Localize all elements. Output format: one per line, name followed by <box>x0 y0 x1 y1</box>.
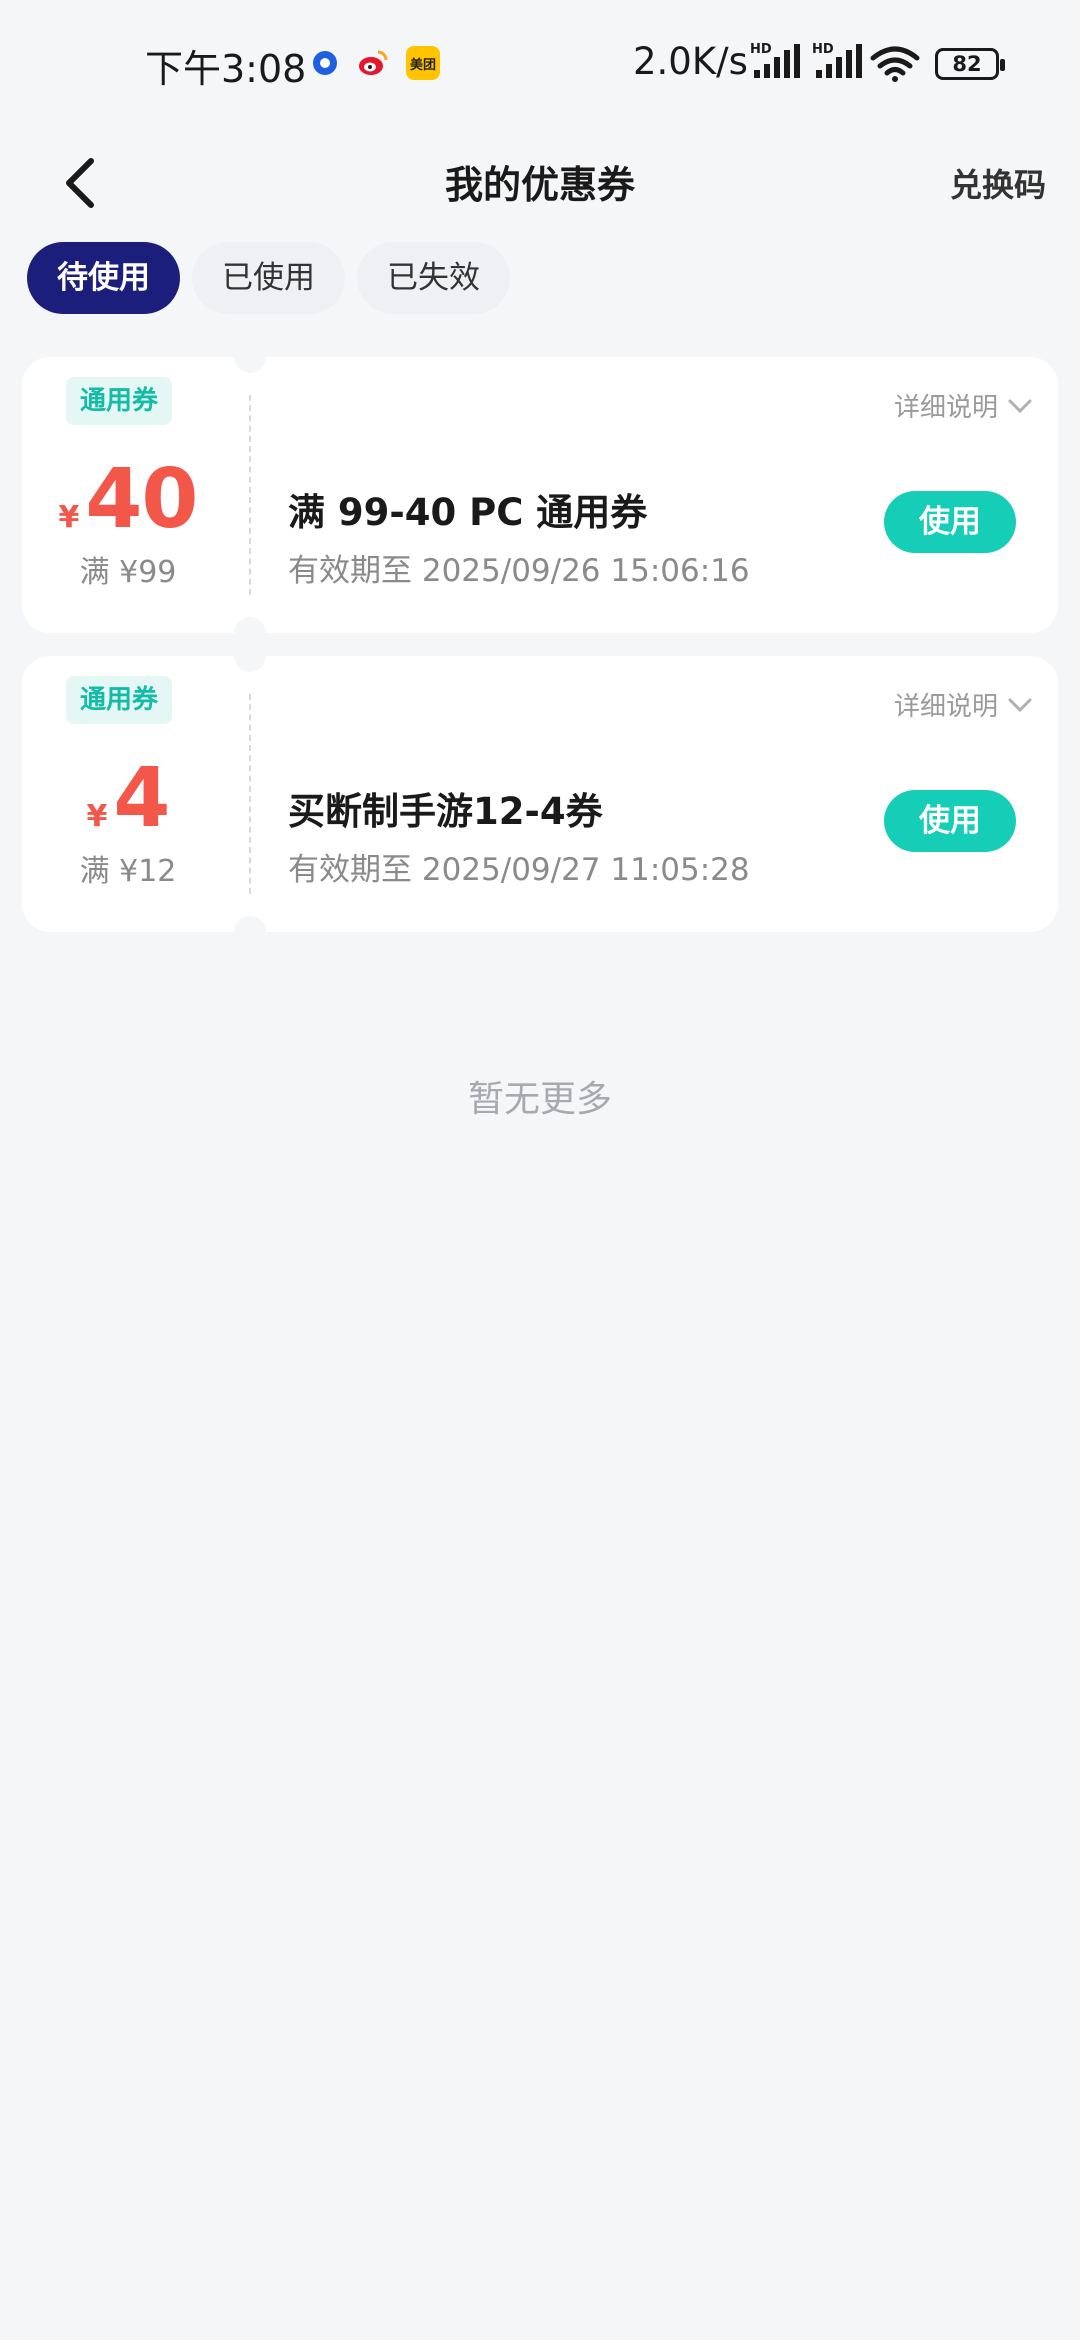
detail-toggle[interactable]: 详细说明 <box>894 387 1032 424</box>
coupon-card[interactable]: 通用券 ¥40 满 ¥99 详细说明 满 99-40 PC 通用券 有效期至 2… <box>22 341 1058 649</box>
meituan-icon: 美团 <box>406 46 440 80</box>
tab-used[interactable]: 已使用 <box>192 242 345 314</box>
status-tabs: 待使用 已使用 已失效 <box>27 242 510 314</box>
page-title: 我的优惠券 <box>444 163 635 207</box>
coupon-amount-value: 4 <box>113 751 170 846</box>
tab-pending[interactable]: 待使用 <box>27 242 180 314</box>
coupon-amount-value: 40 <box>85 452 198 547</box>
coupon-type-badge: 通用券 <box>66 676 173 724</box>
coupon-title: 买断制手游12-4券 <box>288 790 603 833</box>
card-notch <box>234 640 266 672</box>
card-divider <box>249 395 251 595</box>
coupon-card[interactable]: 通用券 ¥4 满 ¥12 详细说明 买断制手游12-4券 有效期至 2025/0… <box>22 640 1058 948</box>
coupon-type-badge: 通用券 <box>66 377 173 425</box>
coupon-expiry: 有效期至 2025/09/26 15:06:16 <box>288 553 750 589</box>
signal-icon-2: HD <box>812 42 864 84</box>
detail-toggle[interactable]: 详细说明 <box>894 686 1032 723</box>
status-time: 下午3:08 <box>145 47 307 91</box>
coupon-min-spend: 满 ¥99 <box>79 555 177 590</box>
tmall-icon <box>308 46 342 80</box>
battery-icon: 82 <box>935 48 1005 80</box>
wifi-icon <box>870 46 920 86</box>
tab-expired[interactable]: 已失效 <box>357 242 510 314</box>
weibo-icon <box>356 46 390 80</box>
detail-label: 详细说明 <box>893 393 998 423</box>
card-notch <box>234 341 266 373</box>
nav-bar: 我的优惠券 兑换码 <box>0 120 1080 250</box>
use-coupon-button[interactable]: 使用 <box>884 790 1016 852</box>
coupon-title: 满 99-40 PC 通用券 <box>288 491 648 534</box>
signal-icon: HD <box>750 42 802 84</box>
card-notch <box>234 916 266 948</box>
redeem-code-button[interactable]: 兑换码 <box>950 140 1046 230</box>
detail-label: 详细说明 <box>893 692 998 722</box>
no-more-text: 暂无更多 <box>467 1079 612 1120</box>
status-bar: 下午3:08 美团 2.0K/s HD HD 82 <box>0 0 1080 120</box>
currency-symbol: ¥ <box>86 799 108 834</box>
currency-symbol: ¥ <box>58 500 80 535</box>
coupon-expiry: 有效期至 2025/09/27 11:05:28 <box>288 852 750 888</box>
chevron-down-icon <box>1008 698 1032 712</box>
card-divider <box>249 694 251 894</box>
page: 下午3:08 美团 2.0K/s HD HD 82 我的优惠券 兑换码 待使用 <box>0 0 1080 2340</box>
coupon-amount: ¥4 <box>22 751 234 846</box>
coupon-min-spend: 满 ¥12 <box>79 854 177 889</box>
network-speed: 2.0K/s <box>633 40 748 83</box>
use-coupon-button[interactable]: 使用 <box>884 491 1016 553</box>
coupon-amount: ¥40 <box>22 452 234 547</box>
chevron-down-icon <box>1008 399 1032 413</box>
